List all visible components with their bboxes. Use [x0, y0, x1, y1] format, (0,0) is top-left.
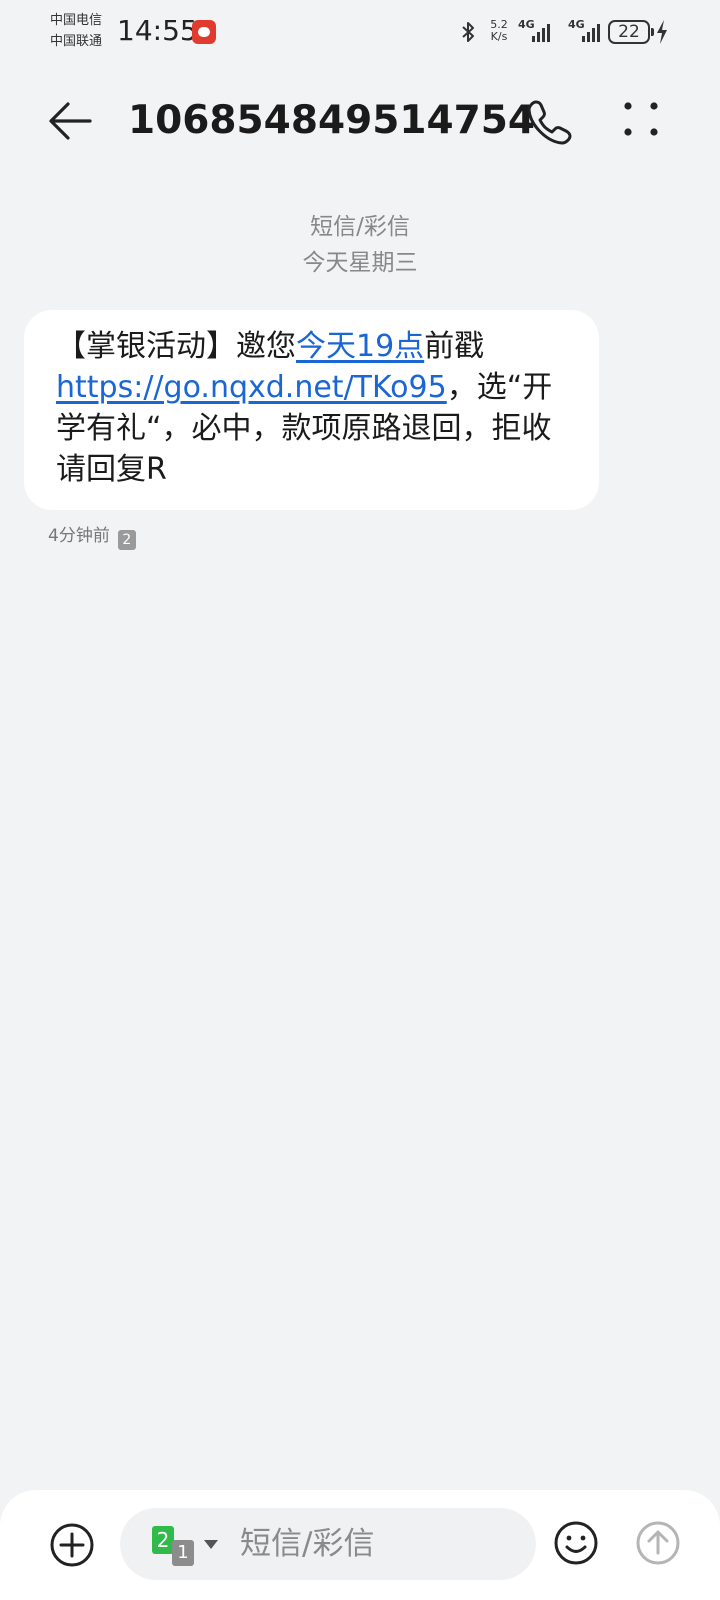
charging-bolt-icon: [657, 20, 667, 44]
message-type-label: 短信/彩信: [310, 214, 410, 240]
carrier-labels: 中国电信 中国联通: [50, 10, 102, 52]
status-bar: 中国电信 中国联通 14:55 5.2 K/s 4G 4G 22: [0, 0, 720, 64]
signal-bars-icon: [532, 24, 550, 42]
status-clock: 14:55: [117, 14, 198, 47]
send-button[interactable]: [634, 1519, 682, 1567]
emoji-button[interactable]: [552, 1519, 600, 1567]
chevron-down-icon: [204, 1540, 218, 1549]
conversation-header: 106854849514754: [0, 80, 720, 160]
date-divider: 今天星期三: [302, 250, 418, 276]
message-time-link[interactable]: 今天19点: [296, 329, 424, 364]
signal-bars-icon: [582, 24, 600, 42]
call-button[interactable]: [524, 96, 576, 148]
compose-field[interactable]: 2 1: [120, 1508, 536, 1580]
plus-icon: [50, 1523, 94, 1567]
message-timestamp: 4分钟前: [48, 526, 110, 546]
phone-icon: [527, 100, 572, 145]
sim-card-icon: 2: [152, 1526, 174, 1554]
incoming-message-bubble[interactable]: 【掌银活动】邀您今天19点前戳 https://go.nqxd.net/TKo95…: [24, 310, 599, 510]
emoji-icon: [554, 1521, 598, 1565]
back-arrow-icon: [49, 102, 92, 140]
sim-slot-badge: 2: [117, 530, 136, 550]
back-button[interactable]: [44, 94, 98, 148]
contact-number: 106854849514754: [128, 98, 536, 143]
message-url-link[interactable]: https://go.nqxd.net/TKo95: [56, 370, 447, 405]
more-dots-icon: [624, 102, 658, 136]
compose-bar: 2 1: [0, 1490, 720, 1600]
battery-indicator: 22: [608, 20, 654, 44]
message-text: 【掌银活动】邀您: [56, 329, 296, 364]
more-options-button[interactable]: [618, 96, 670, 148]
carrier-2: 中国联通: [50, 34, 103, 49]
sim-selector[interactable]: 2 1: [152, 1526, 222, 1566]
app-notification-icon: [192, 20, 216, 44]
sim-card-icon: 1: [172, 1540, 194, 1566]
message-meta: 4分钟前 2: [48, 521, 136, 550]
carrier-1: 中国电信: [50, 13, 103, 28]
add-attachment-button[interactable]: [48, 1521, 96, 1569]
network-speed: 5.2 K/s: [490, 18, 508, 43]
message-input[interactable]: [238, 1508, 528, 1580]
send-icon: [636, 1521, 680, 1565]
message-text: 前戳: [424, 329, 485, 364]
bluetooth-icon: [462, 22, 474, 42]
